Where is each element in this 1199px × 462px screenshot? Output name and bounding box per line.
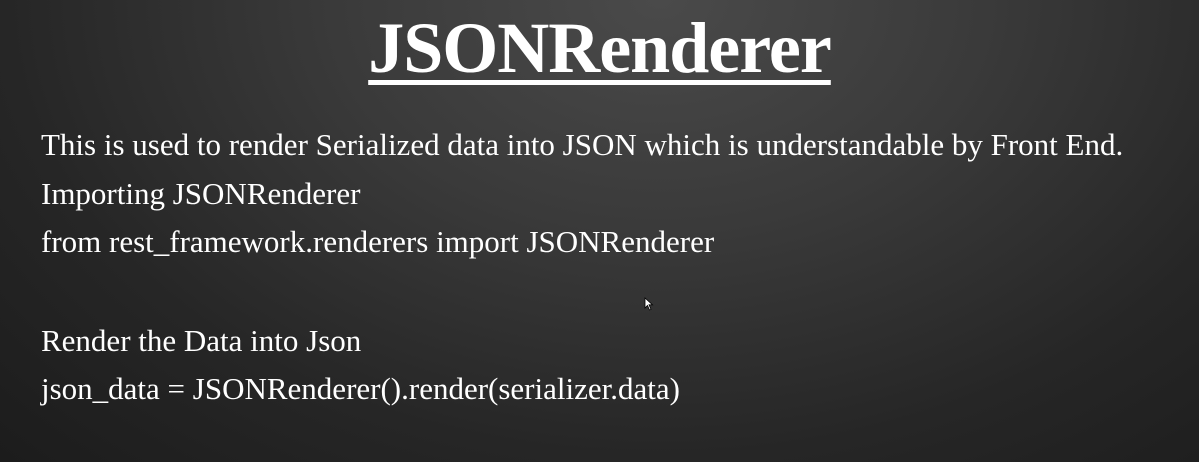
presentation-slide: JSONRenderer This is used to render Seri… <box>0 0 1199 462</box>
slide-title: JSONRenderer <box>368 8 832 88</box>
import-heading: Importing JSONRenderer <box>41 176 361 211</box>
render-statement: json_data = JSONRenderer().render(serial… <box>41 371 680 406</box>
description-text: This is used to render Serialized data i… <box>41 127 1124 162</box>
mouse-pointer-icon <box>644 297 654 311</box>
import-statement: from rest_framework.renderers import JSO… <box>41 224 715 259</box>
render-heading: Render the Data into Json <box>41 323 362 358</box>
